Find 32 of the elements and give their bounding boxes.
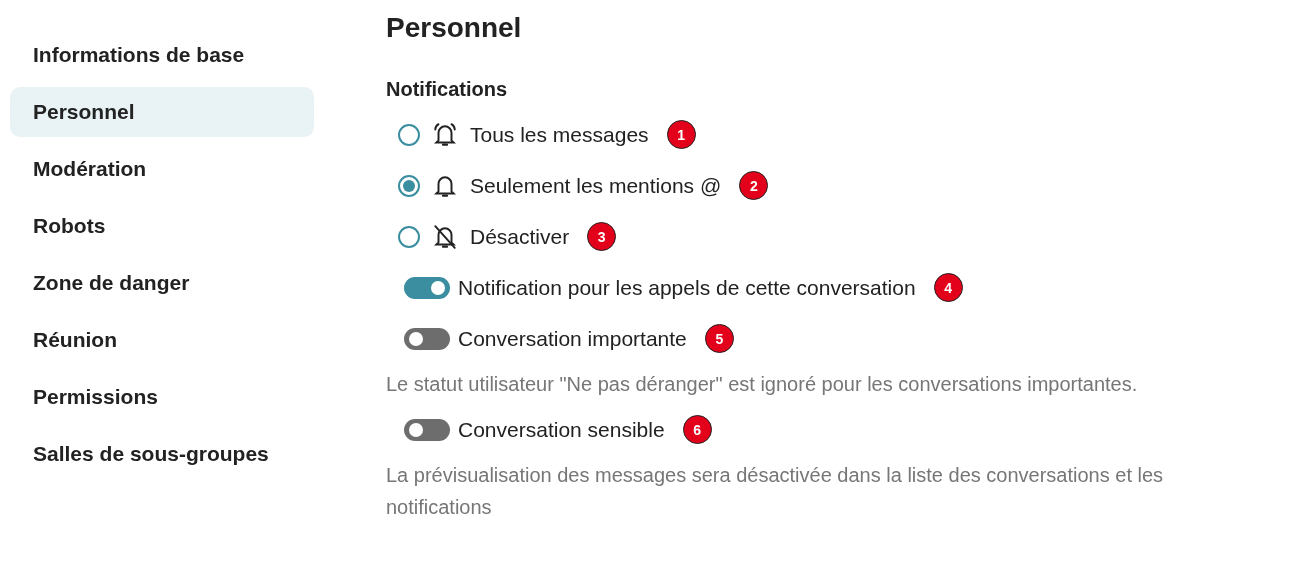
number-badge: 3 [587, 222, 617, 251]
number-badge: 6 [682, 415, 712, 444]
sidebar-item[interactable]: Zone de danger [10, 258, 314, 308]
toggle-switch[interactable] [404, 276, 450, 299]
radio-button[interactable] [398, 123, 420, 146]
number-badge: 5 [704, 324, 734, 353]
option-label: Seulement les mentions @ [470, 173, 722, 198]
help-text: Le statut utilisateur "Ne pas déranger" est ignoré pour les conversations importantes. [386, 372, 1138, 397]
number-badge: 4 [933, 273, 963, 302]
option-label: Notification pour les appels de cette conversation [458, 275, 916, 300]
toggle-switch[interactable] [404, 327, 450, 350]
sidebar-item[interactable]: Modération [10, 144, 314, 194]
page-title: Personnel [386, 12, 523, 44]
radio-button[interactable] [398, 225, 420, 248]
sidebar-item[interactable]: Permissions [10, 372, 314, 422]
sidebar-item[interactable]: Personnel [10, 87, 314, 137]
option-label: Conversation importante [458, 326, 687, 351]
section-heading: Notifications [386, 78, 509, 101]
option-label: Conversation sensible [458, 417, 665, 442]
option-label: Désactiver [470, 224, 570, 249]
sidebar-item[interactable]: Salles de sous-groupes [10, 429, 314, 479]
radio-button[interactable] [398, 174, 420, 197]
bell-off-icon [432, 223, 458, 250]
bell-ringing-icon [432, 121, 458, 148]
help-text: La prévisualisation des messages sera désactivée dans la liste des conversations et les notifications [386, 463, 1165, 520]
number-badge: 2 [739, 171, 769, 200]
sidebar-item[interactable]: Informations de base [10, 30, 314, 80]
number-badge: 1 [666, 120, 696, 149]
sidebar-item[interactable]: Robots [10, 201, 314, 251]
option-label: Tous les messages [470, 122, 649, 147]
toggle-switch[interactable] [404, 418, 450, 441]
sidebar-item[interactable]: Réunion [10, 315, 314, 365]
